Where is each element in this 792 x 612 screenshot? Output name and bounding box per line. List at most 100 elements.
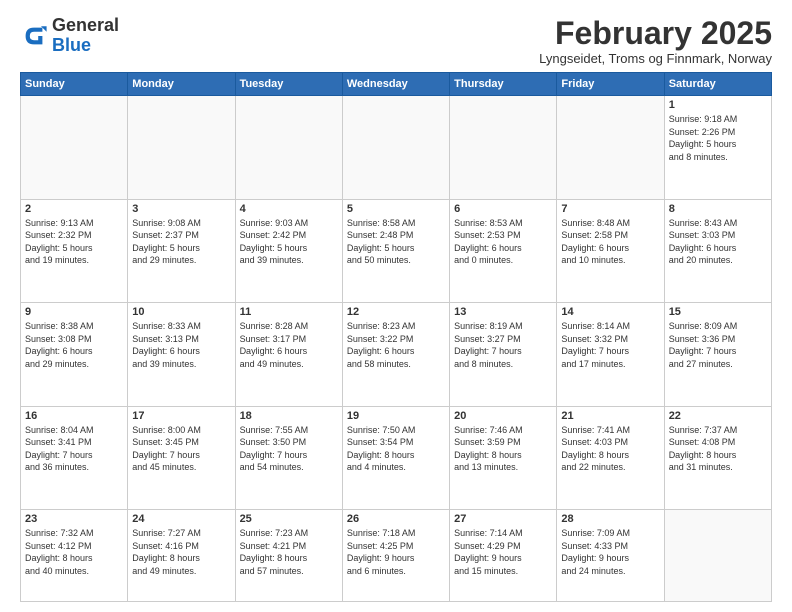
calendar-cell: 23 Sunrise: 7:32 AM Sunset: 4:12 PM Dayli…	[21, 510, 128, 602]
day-number: 21	[561, 410, 659, 422]
weekday-header-friday: Friday	[557, 73, 664, 96]
calendar-cell: 16Sunrise: 8:04 AM Sunset: 3:41 PM Dayli…	[21, 406, 128, 510]
calendar-week-3: 16Sunrise: 8:04 AM Sunset: 3:41 PM Dayli…	[21, 406, 772, 510]
day-info: Sunrise: 7:46 AM Sunset: 3:59 PM Dayligh…	[454, 424, 552, 474]
calendar-cell	[450, 96, 557, 200]
day-number: 28	[561, 513, 659, 525]
day-number: 13	[454, 306, 552, 318]
calendar-cell: 13 Sunrise: 8:19 AM Sunset: 3:27 PM Dayli…	[450, 303, 557, 407]
calendar-cell: 7 Sunrise: 8:48 AM Sunset: 2:58 PM Daylig…	[557, 199, 664, 303]
calendar-cell: 20 Sunrise: 7:46 AM Sunset: 3:59 PM Dayli…	[450, 406, 557, 510]
day-info: Sunrise: 7:23 AM Sunset: 4:21 PM Dayligh…	[240, 527, 338, 577]
day-number: 18	[240, 410, 338, 422]
day-info: Sunrise: 7:09 AM Sunset: 4:33 PM Dayligh…	[561, 527, 659, 577]
calendar-week-4: 23 Sunrise: 7:32 AM Sunset: 4:12 PM Dayli…	[21, 510, 772, 602]
calendar-cell: 12Sunrise: 8:23 AM Sunset: 3:22 PM Dayli…	[342, 303, 449, 407]
day-number: 7	[561, 203, 659, 215]
calendar-cell: 9 Sunrise: 8:38 AM Sunset: 3:08 PM Daylig…	[21, 303, 128, 407]
calendar-cell: 11 Sunrise: 8:28 AM Sunset: 3:17 PM Dayli…	[235, 303, 342, 407]
day-number: 8	[669, 203, 767, 215]
day-number: 15	[669, 306, 767, 318]
calendar-cell: 19 Sunrise: 7:50 AM Sunset: 3:54 PM Dayli…	[342, 406, 449, 510]
calendar-week-0: 1 Sunrise: 9:18 AM Sunset: 2:26 PM Daylig…	[21, 96, 772, 200]
day-number: 26	[347, 513, 445, 525]
calendar-cell: 1 Sunrise: 9:18 AM Sunset: 2:26 PM Daylig…	[664, 96, 771, 200]
day-number: 6	[454, 203, 552, 215]
calendar-cell: 27 Sunrise: 7:14 AM Sunset: 4:29 PM Dayli…	[450, 510, 557, 602]
day-number: 27	[454, 513, 552, 525]
day-info: Sunrise: 8:14 AM Sunset: 3:32 PM Dayligh…	[561, 320, 659, 370]
day-info: Sunrise: 8:43 AM Sunset: 3:03 PM Dayligh…	[669, 217, 767, 267]
logo-general: General	[52, 15, 119, 35]
day-number: 25	[240, 513, 338, 525]
day-info: Sunrise: 8:53 AM Sunset: 2:53 PM Dayligh…	[454, 217, 552, 267]
logo-area: General Blue	[20, 16, 119, 56]
calendar-cell: 22Sunrise: 7:37 AM Sunset: 4:08 PM Dayli…	[664, 406, 771, 510]
calendar-cell: 2 Sunrise: 9:13 AM Sunset: 2:32 PM Daylig…	[21, 199, 128, 303]
day-number: 1	[669, 99, 767, 111]
day-info: Sunrise: 9:13 AM Sunset: 2:32 PM Dayligh…	[25, 217, 123, 267]
weekday-header-row: SundayMondayTuesdayWednesdayThursdayFrid…	[21, 73, 772, 96]
day-number: 4	[240, 203, 338, 215]
day-info: Sunrise: 7:14 AM Sunset: 4:29 PM Dayligh…	[454, 527, 552, 577]
calendar-cell	[235, 96, 342, 200]
calendar-table: SundayMondayTuesdayWednesdayThursdayFrid…	[20, 72, 772, 602]
logo-text: General Blue	[52, 16, 119, 56]
day-info: Sunrise: 8:00 AM Sunset: 3:45 PM Dayligh…	[132, 424, 230, 474]
day-info: Sunrise: 7:55 AM Sunset: 3:50 PM Dayligh…	[240, 424, 338, 474]
day-number: 11	[240, 306, 338, 318]
weekday-header-tuesday: Tuesday	[235, 73, 342, 96]
day-info: Sunrise: 8:09 AM Sunset: 3:36 PM Dayligh…	[669, 320, 767, 370]
day-info: Sunrise: 8:48 AM Sunset: 2:58 PM Dayligh…	[561, 217, 659, 267]
subtitle: Lyngseidet, Troms og Finnmark, Norway	[539, 51, 772, 66]
calendar-cell: 15 Sunrise: 8:09 AM Sunset: 3:36 PM Dayli…	[664, 303, 771, 407]
day-info: Sunrise: 8:04 AM Sunset: 3:41 PM Dayligh…	[25, 424, 123, 474]
calendar-cell: 10Sunrise: 8:33 AM Sunset: 3:13 PM Dayli…	[128, 303, 235, 407]
day-info: Sunrise: 7:27 AM Sunset: 4:16 PM Dayligh…	[132, 527, 230, 577]
day-info: Sunrise: 8:19 AM Sunset: 3:27 PM Dayligh…	[454, 320, 552, 370]
day-number: 14	[561, 306, 659, 318]
day-number: 3	[132, 203, 230, 215]
calendar-cell	[342, 96, 449, 200]
calendar-cell: 26 Sunrise: 7:18 AM Sunset: 4:25 PM Dayli…	[342, 510, 449, 602]
day-info: Sunrise: 9:18 AM Sunset: 2:26 PM Dayligh…	[669, 113, 767, 163]
calendar-cell: 21Sunrise: 7:41 AM Sunset: 4:03 PM Dayli…	[557, 406, 664, 510]
calendar-cell: 18 Sunrise: 7:55 AM Sunset: 3:50 PM Dayli…	[235, 406, 342, 510]
title-area: February 2025 Lyngseidet, Troms og Finnm…	[539, 16, 772, 66]
calendar-cell: 25 Sunrise: 7:23 AM Sunset: 4:21 PM Dayli…	[235, 510, 342, 602]
calendar-cell: 3 Sunrise: 9:08 AM Sunset: 2:37 PM Daylig…	[128, 199, 235, 303]
day-info: Sunrise: 8:28 AM Sunset: 3:17 PM Dayligh…	[240, 320, 338, 370]
day-info: Sunrise: 8:23 AM Sunset: 3:22 PM Dayligh…	[347, 320, 445, 370]
weekday-header-wednesday: Wednesday	[342, 73, 449, 96]
calendar-cell: 28 Sunrise: 7:09 AM Sunset: 4:33 PM Dayli…	[557, 510, 664, 602]
day-info: Sunrise: 7:32 AM Sunset: 4:12 PM Dayligh…	[25, 527, 123, 577]
day-number: 23	[25, 513, 123, 525]
calendar-cell: 17Sunrise: 8:00 AM Sunset: 3:45 PM Dayli…	[128, 406, 235, 510]
calendar-cell	[128, 96, 235, 200]
day-info: Sunrise: 8:58 AM Sunset: 2:48 PM Dayligh…	[347, 217, 445, 267]
day-info: Sunrise: 8:33 AM Sunset: 3:13 PM Dayligh…	[132, 320, 230, 370]
logo-blue: Blue	[52, 35, 91, 55]
day-number: 9	[25, 306, 123, 318]
day-number: 5	[347, 203, 445, 215]
day-number: 20	[454, 410, 552, 422]
day-number: 22	[669, 410, 767, 422]
weekday-header-saturday: Saturday	[664, 73, 771, 96]
weekday-header-sunday: Sunday	[21, 73, 128, 96]
calendar-cell: 4 Sunrise: 9:03 AM Sunset: 2:42 PM Daylig…	[235, 199, 342, 303]
day-number: 19	[347, 410, 445, 422]
calendar-week-2: 9 Sunrise: 8:38 AM Sunset: 3:08 PM Daylig…	[21, 303, 772, 407]
day-number: 2	[25, 203, 123, 215]
day-number: 24	[132, 513, 230, 525]
calendar-week-1: 2 Sunrise: 9:13 AM Sunset: 2:32 PM Daylig…	[21, 199, 772, 303]
day-info: Sunrise: 9:03 AM Sunset: 2:42 PM Dayligh…	[240, 217, 338, 267]
day-info: Sunrise: 7:18 AM Sunset: 4:25 PM Dayligh…	[347, 527, 445, 577]
day-info: Sunrise: 7:50 AM Sunset: 3:54 PM Dayligh…	[347, 424, 445, 474]
calendar-cell	[664, 510, 771, 602]
calendar-cell	[557, 96, 664, 200]
calendar-cell: 5 Sunrise: 8:58 AM Sunset: 2:48 PM Daylig…	[342, 199, 449, 303]
calendar-cell: 8 Sunrise: 8:43 AM Sunset: 3:03 PM Daylig…	[664, 199, 771, 303]
month-title: February 2025	[539, 16, 772, 51]
day-info: Sunrise: 9:08 AM Sunset: 2:37 PM Dayligh…	[132, 217, 230, 267]
day-info: Sunrise: 8:38 AM Sunset: 3:08 PM Dayligh…	[25, 320, 123, 370]
